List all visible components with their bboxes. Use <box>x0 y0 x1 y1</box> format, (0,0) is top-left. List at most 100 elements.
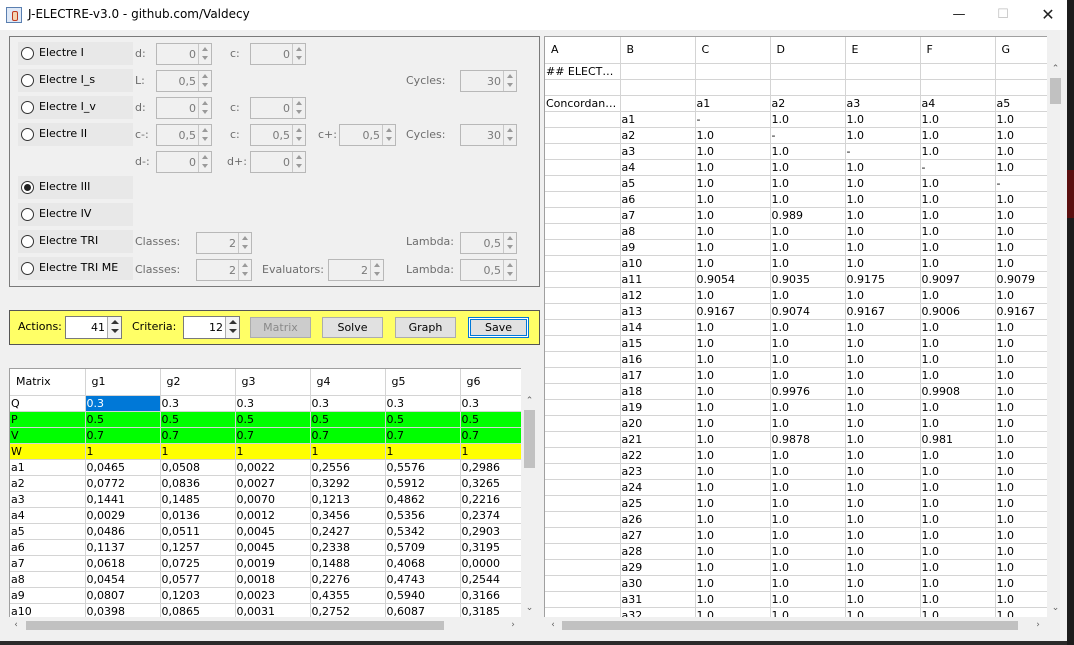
table-cell[interactable]: 1.0 <box>770 159 846 176</box>
table-cell[interactable]: V <box>10 427 86 444</box>
table-cell[interactable]: 1.0 <box>995 367 1047 384</box>
table-cell[interactable]: a24 <box>620 479 696 496</box>
table-cell[interactable]: a4 <box>10 507 86 524</box>
maximize-button[interactable]: ☐ <box>980 0 1026 30</box>
table-cell[interactable]: 1.0 <box>845 495 921 512</box>
column-header[interactable]: g4 <box>310 369 386 396</box>
table-cell[interactable]: 0.7 <box>460 427 521 444</box>
column-header[interactable]: g2 <box>160 369 236 396</box>
table-cell[interactable]: 0,1137 <box>85 539 161 556</box>
table-cell[interactable]: 1.0 <box>845 127 921 144</box>
table-cell[interactable]: 0.9167 <box>695 303 771 320</box>
table-cell[interactable]: a5 <box>10 523 86 540</box>
table-cell[interactable]: 1.0 <box>770 191 846 208</box>
table-cell[interactable]: 1.0 <box>995 399 1047 416</box>
table-cell[interactable]: 1.0 <box>995 127 1047 144</box>
spinner-arrows-icon[interactable] <box>107 317 121 338</box>
table-cell[interactable]: 1.0 <box>695 351 771 368</box>
table-cell[interactable]: 0,0725 <box>160 555 236 572</box>
param-spinner-d[interactable]: 0 <box>156 97 212 119</box>
table-cell[interactable]: 1.0 <box>845 543 921 560</box>
param-spinner-cycles[interactable]: 30 <box>460 70 517 92</box>
table-cell[interactable]: 1.0 <box>770 575 846 592</box>
table-cell[interactable]: 0,0070 <box>235 491 311 508</box>
param-spinner-l[interactable]: 0,5 <box>156 70 212 92</box>
table-cell[interactable]: 0,0019 <box>235 555 311 572</box>
scroll-down-icon[interactable]: ⌄ <box>521 601 538 615</box>
table-cell[interactable]: 1.0 <box>770 111 846 128</box>
spinner-arrows-icon[interactable] <box>292 98 305 118</box>
table-cell[interactable]: 1 <box>460 443 521 460</box>
table-cell[interactable] <box>545 239 621 256</box>
spinner-arrows-icon[interactable] <box>225 317 239 338</box>
table-cell[interactable]: 0.3 <box>385 395 461 412</box>
param-spinner-c[interactable]: 0,5 <box>250 124 306 146</box>
table-cell[interactable]: 0.5 <box>160 411 236 428</box>
table-cell[interactable]: 1 <box>310 443 386 460</box>
param-spinner-c-plus[interactable]: 0,5 <box>339 124 396 146</box>
table-cell[interactable]: 0.9908 <box>920 383 996 400</box>
scroll-up-icon[interactable]: ⌃ <box>1047 62 1064 76</box>
table-cell[interactable]: ## ELECTRE III ## <box>545 63 621 80</box>
table-cell[interactable]: 1.0 <box>695 287 771 304</box>
matrix-button[interactable]: Matrix <box>250 317 311 338</box>
table-cell[interactable]: 1.0 <box>995 207 1047 224</box>
table-cell[interactable]: 1.0 <box>920 239 996 256</box>
table-cell[interactable]: 1.0 <box>695 175 771 192</box>
table-cell[interactable]: 1.0 <box>695 575 771 592</box>
results-vertical-scrollbar[interactable]: ⌃ ⌄ <box>1047 62 1064 617</box>
table-cell[interactable]: 0.9878 <box>770 431 846 448</box>
table-cell[interactable]: 0,3166 <box>460 587 521 604</box>
table-cell[interactable]: a4 <box>620 159 696 176</box>
table-cell[interactable]: 1.0 <box>695 383 771 400</box>
table-cell[interactable]: 1.0 <box>845 367 921 384</box>
table-cell[interactable]: a16 <box>620 351 696 368</box>
table-cell[interactable]: 1.0 <box>995 191 1047 208</box>
table-cell[interactable]: 0,5940 <box>385 587 461 604</box>
table-cell[interactable]: 1.0 <box>770 463 846 480</box>
table-cell[interactable]: a28 <box>620 543 696 560</box>
table-cell[interactable] <box>545 591 621 608</box>
table-cell[interactable]: 1.0 <box>920 607 996 617</box>
table-cell[interactable]: 0.5 <box>385 411 461 428</box>
table-cell[interactable]: 1.0 <box>845 511 921 528</box>
spinner-arrows-icon[interactable] <box>198 71 211 91</box>
table-cell[interactable]: 1.0 <box>770 351 846 368</box>
close-button[interactable]: ✕ <box>1025 0 1071 30</box>
table-cell[interactable]: - <box>695 111 771 128</box>
param-spinner-lambda[interactable]: 0,5 <box>460 259 517 281</box>
table-cell[interactable]: 1.0 <box>845 175 921 192</box>
table-cell[interactable] <box>545 79 621 96</box>
table-cell[interactable]: 0,0836 <box>160 475 236 492</box>
table-cell[interactable]: 1.0 <box>920 319 996 336</box>
graph-button[interactable]: Graph <box>395 317 456 338</box>
column-header[interactable]: g6 <box>460 369 521 396</box>
column-header[interactable]: E <box>845 37 921 64</box>
method-radio-electre-ii[interactable]: Electre II <box>18 123 133 146</box>
table-cell[interactable]: a5 <box>995 95 1047 112</box>
table-cell[interactable]: 1.0 <box>995 255 1047 272</box>
spinner-arrows-icon[interactable] <box>503 71 516 91</box>
table-cell[interactable]: 0.9976 <box>770 383 846 400</box>
table-cell[interactable]: 1.0 <box>695 255 771 272</box>
table-cell[interactable]: 1.0 <box>995 335 1047 352</box>
table-cell[interactable]: 0.7 <box>85 427 161 444</box>
table-cell[interactable]: 1.0 <box>995 447 1047 464</box>
table-cell[interactable]: 1.0 <box>695 591 771 608</box>
table-cell[interactable]: 0,0018 <box>235 571 311 588</box>
table-cell[interactable]: 1 <box>235 443 311 460</box>
table-cell[interactable] <box>545 559 621 576</box>
column-header[interactable]: g5 <box>385 369 461 396</box>
table-cell[interactable]: 0,4743 <box>385 571 461 588</box>
table-cell[interactable]: 1.0 <box>995 479 1047 496</box>
table-cell[interactable]: 0,0486 <box>85 523 161 540</box>
table-cell[interactable]: 1.0 <box>995 575 1047 592</box>
table-cell[interactable] <box>545 399 621 416</box>
table-cell[interactable]: a11 <box>620 271 696 288</box>
table-cell[interactable]: 1.0 <box>845 383 921 400</box>
table-cell[interactable]: 1.0 <box>995 319 1047 336</box>
results-horizontal-scrollbar[interactable]: ‹ › <box>544 617 1047 634</box>
table-cell[interactable]: 0,0398 <box>85 603 161 617</box>
table-cell[interactable]: 1.0 <box>995 431 1047 448</box>
table-cell[interactable]: 0.9006 <box>920 303 996 320</box>
